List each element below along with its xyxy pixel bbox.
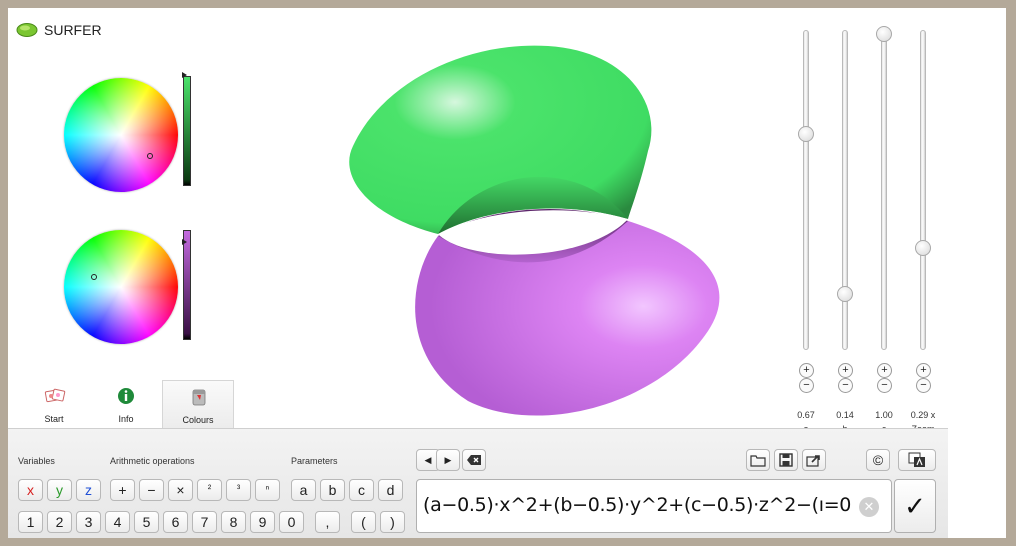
key-cube[interactable]: ³ bbox=[226, 479, 251, 501]
slider-track[interactable] bbox=[842, 30, 848, 350]
copyright-icon: © bbox=[872, 452, 884, 468]
outside-colour-wheel[interactable] bbox=[64, 78, 178, 192]
key-digit-1[interactable]: 1 bbox=[18, 511, 43, 533]
slider-track[interactable] bbox=[920, 30, 926, 350]
confirm-formula-button[interactable]: ✓ bbox=[894, 479, 936, 533]
paint-bucket-icon bbox=[192, 389, 206, 406]
arrow-left-icon: ◀ bbox=[424, 455, 432, 465]
cursor-right-button[interactable]: ▶ bbox=[436, 449, 460, 471]
info-icon bbox=[118, 388, 134, 404]
language-icon bbox=[908, 452, 925, 467]
share-icon bbox=[806, 455, 820, 467]
start-icon bbox=[44, 388, 66, 403]
app-header: SURFER bbox=[16, 20, 102, 40]
tab-info-label: Info bbox=[118, 414, 134, 424]
slider-knob[interactable] bbox=[915, 240, 931, 257]
inside-brightness-arrow[interactable] bbox=[182, 239, 187, 245]
increment-button[interactable]: + bbox=[877, 363, 892, 378]
key-param-d[interactable]: d bbox=[378, 479, 403, 501]
outside-brightness-arrow[interactable] bbox=[182, 72, 187, 78]
save-icon bbox=[779, 453, 793, 467]
slider-track[interactable] bbox=[803, 30, 809, 350]
slider-knob[interactable] bbox=[798, 125, 814, 142]
clear-formula-button[interactable]: ✕ bbox=[859, 497, 879, 517]
backspace-icon bbox=[467, 455, 481, 465]
decrement-button[interactable]: − bbox=[838, 378, 853, 393]
variables-label: Variables bbox=[18, 456, 55, 466]
key-minus[interactable]: − bbox=[139, 479, 164, 501]
key-digit-2[interactable]: 2 bbox=[47, 511, 72, 533]
key-digit-9[interactable]: 9 bbox=[250, 511, 275, 533]
key-digit-3[interactable]: 3 bbox=[76, 511, 101, 533]
key-power[interactable]: ⁿ bbox=[255, 479, 280, 501]
tab-colours[interactable]: Colours bbox=[162, 380, 234, 428]
parameters-label: Parameters bbox=[291, 456, 338, 466]
slider-a: +−0.67a bbox=[786, 28, 826, 438]
formula-editor-panel: Variables Arithmetic operations Paramete… bbox=[8, 428, 948, 538]
arrow-right-icon: ▶ bbox=[444, 455, 452, 465]
outside-colour-marker[interactable] bbox=[147, 153, 153, 159]
slider-zoom: +−0.29 xZoom bbox=[903, 28, 943, 438]
tab-start[interactable]: Start bbox=[18, 380, 90, 428]
key-digit-0[interactable]: 0 bbox=[279, 511, 304, 533]
decrement-button[interactable]: − bbox=[799, 378, 814, 393]
arithmetic-label: Arithmetic operations bbox=[110, 456, 195, 466]
key-digit-8[interactable]: 8 bbox=[221, 511, 246, 533]
inside-colour-wheel[interactable] bbox=[64, 230, 178, 344]
key-var-z[interactable]: z bbox=[76, 479, 101, 501]
tab-bar: Start Info Colours bbox=[18, 380, 234, 428]
key-digit-6[interactable]: 6 bbox=[163, 511, 188, 533]
tab-info[interactable]: Info bbox=[90, 380, 162, 428]
slider-knob[interactable] bbox=[837, 285, 853, 302]
key-var-y[interactable]: y bbox=[47, 479, 72, 501]
increment-button[interactable]: + bbox=[838, 363, 853, 378]
key-close-paren[interactable]: ) bbox=[380, 511, 405, 533]
surface-view[interactable] bbox=[328, 26, 748, 426]
key-digit-7[interactable]: 7 bbox=[192, 511, 217, 533]
app-title: SURFER bbox=[44, 22, 102, 38]
slider-track[interactable] bbox=[881, 30, 887, 350]
formula-input[interactable]: (a−0.5)·x^2+(b−0.5)·y^2+(c−0.5)·z^2−(ı=0… bbox=[416, 479, 892, 533]
lime-logo-icon bbox=[16, 23, 38, 37]
open-file-button[interactable] bbox=[746, 449, 770, 471]
slider-c: +−1.00c bbox=[864, 26, 904, 438]
copyright-button[interactable]: © bbox=[866, 449, 890, 471]
slider-knob[interactable] bbox=[876, 26, 892, 42]
key-square[interactable]: ² bbox=[197, 479, 222, 501]
backspace-button[interactable] bbox=[462, 449, 486, 471]
key-param-b[interactable]: b bbox=[320, 479, 345, 501]
key-digit-4[interactable]: 4 bbox=[105, 511, 130, 533]
slider-value: 0.29 x bbox=[910, 410, 936, 420]
decrement-button[interactable]: − bbox=[916, 378, 931, 393]
increment-button[interactable]: + bbox=[799, 363, 814, 378]
slider-b: +−0.14b bbox=[825, 28, 865, 438]
inside-colour-marker[interactable] bbox=[91, 274, 97, 280]
key-digit-5[interactable]: 5 bbox=[134, 511, 159, 533]
share-button[interactable] bbox=[802, 449, 826, 471]
folder-icon bbox=[750, 455, 766, 467]
increment-button[interactable]: + bbox=[916, 363, 931, 378]
key-var-x[interactable]: x bbox=[18, 479, 43, 501]
tab-colours-label: Colours bbox=[182, 415, 214, 425]
app-window: SURFER + − 0.67 + − 0.14 + − 1.00 + − 0.… bbox=[8, 8, 1006, 538]
checkmark-icon: ✓ bbox=[904, 491, 926, 521]
save-button[interactable] bbox=[774, 449, 798, 471]
key-param-a[interactable]: a bbox=[291, 479, 316, 501]
inside-brightness-bar[interactable] bbox=[183, 230, 191, 340]
outside-brightness-bar[interactable] bbox=[183, 76, 191, 186]
tab-start-label: Start bbox=[44, 414, 64, 424]
decrement-button[interactable]: − bbox=[877, 378, 892, 393]
key-comma[interactable]: , bbox=[315, 511, 340, 533]
key-plus[interactable]: + bbox=[110, 479, 135, 501]
formula-text[interactable]: (a−0.5)·x^2+(b−0.5)·y^2+(c−0.5)·z^2−(ı=0 bbox=[423, 494, 853, 522]
key-times[interactable]: × bbox=[168, 479, 193, 501]
key-param-c[interactable]: c bbox=[349, 479, 374, 501]
key-open-paren[interactable]: ( bbox=[351, 511, 376, 533]
language-button[interactable] bbox=[898, 449, 936, 471]
